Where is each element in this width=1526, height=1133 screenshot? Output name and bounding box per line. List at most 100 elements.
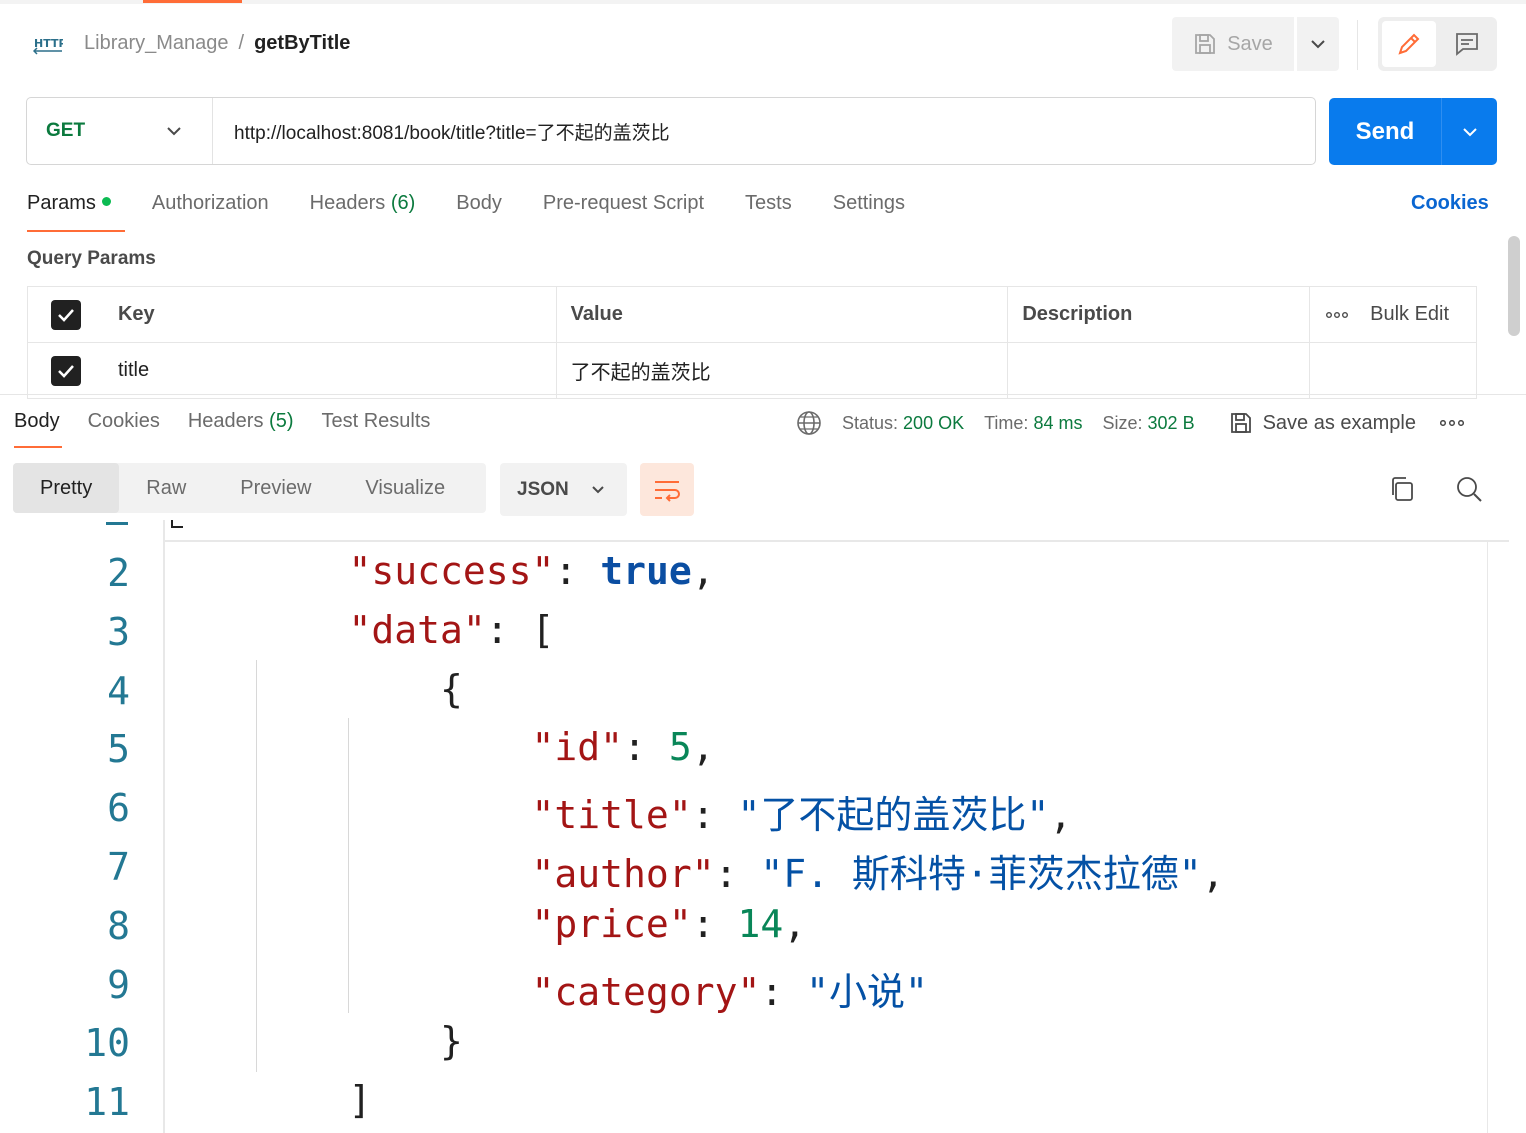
code-line: 2 "success": true,: [0, 545, 1526, 604]
line-content: {: [257, 666, 463, 711]
column-header-value: Value: [557, 287, 1009, 342]
line-content: "price": 14,: [531, 901, 807, 946]
json-string: "小说": [806, 969, 928, 1014]
active-tab-indicator: [143, 0, 242, 3]
json-boolean: true: [600, 549, 692, 593]
save-as-example-button[interactable]: Save as example: [1229, 411, 1416, 435]
method-select[interactable]: GET: [27, 98, 213, 164]
save-options-button[interactable]: [1297, 17, 1339, 71]
globe-icon[interactable]: [796, 410, 822, 436]
line-number: 10: [84, 1021, 130, 1066]
tab-params[interactable]: Params: [27, 192, 125, 232]
send-options-button[interactable]: [1442, 98, 1497, 165]
tab-tests[interactable]: Tests: [745, 192, 792, 222]
json-key: "data": [348, 607, 486, 652]
documentation-mode-button[interactable]: [1441, 21, 1493, 67]
save-icon: [1230, 413, 1251, 433]
params-active-dot: [101, 197, 111, 206]
line-content: ]: [257, 1078, 372, 1123]
send-group: Send: [1329, 98, 1497, 165]
response-tabs: Body Cookies Headers (5) Test Results: [14, 410, 458, 448]
format-pretty-button[interactable]: Pretty: [13, 463, 120, 513]
save-label: Save: [1227, 32, 1273, 55]
line-number: 5: [107, 727, 130, 772]
select-all-checkbox[interactable]: [51, 299, 82, 330]
language-select-value: JSON: [517, 478, 569, 500]
request-scrollbar[interactable]: [1508, 236, 1520, 336]
response-headers-count: (5): [269, 410, 294, 432]
table-header-row: Key Value Description Bulk Edit: [28, 287, 1477, 343]
line-content: "data": [: [348, 607, 555, 652]
time-indicator[interactable]: Time: 84 ms: [984, 413, 1082, 434]
format-visualize-button[interactable]: Visualize: [338, 463, 472, 513]
response-tab-body[interactable]: Body: [14, 410, 62, 448]
json-key: "id": [531, 725, 624, 770]
response-tab-cookies[interactable]: Cookies: [88, 410, 160, 433]
bulk-edit-button[interactable]: Bulk Edit: [1370, 303, 1449, 326]
response-tab-test-results[interactable]: Test Results: [321, 410, 430, 433]
query-params-title: Query Params: [27, 248, 156, 269]
line-number: 11: [84, 1080, 130, 1125]
toolbar-divider: [1357, 20, 1358, 70]
copy-icon[interactable]: [1388, 475, 1416, 503]
row-checkbox[interactable]: [51, 355, 82, 386]
code-line: 8 "price": 14,: [0, 898, 1526, 957]
status-indicator[interactable]: Status: 200 OK: [842, 413, 964, 434]
status-label: Status:: [842, 412, 899, 433]
time-label: Time:: [984, 412, 1029, 433]
line-number-partial: [106, 522, 128, 525]
edit-mode-button[interactable]: [1382, 21, 1436, 67]
line-content: "success": true,: [348, 549, 715, 593]
param-value-field[interactable]: 了不起的盖茨比: [557, 343, 1009, 398]
format-preview-button[interactable]: Preview: [213, 463, 338, 513]
request-tabs: Params Authorization Headers (6) Body Pr…: [27, 192, 946, 232]
code-line: 4 {: [0, 663, 1526, 722]
wrap-lines-button[interactable]: [640, 463, 694, 516]
size-indicator[interactable]: Size: 302 B: [1102, 413, 1194, 434]
send-button[interactable]: Send: [1329, 98, 1442, 165]
table-actions: Bulk Edit: [1310, 287, 1477, 342]
save-icon: [1195, 34, 1216, 54]
response-body-editor[interactable]: 2 "success": true, 3 "data": [ 4 { 5 "id…: [0, 545, 1526, 1133]
code-line: 10 }: [0, 1015, 1526, 1074]
response-divider[interactable]: [0, 394, 1526, 395]
line-number: 8: [107, 903, 130, 948]
cookies-link[interactable]: Cookies: [1411, 192, 1489, 215]
line-content: "author": "F. 斯科特·菲茨杰拉德",: [531, 851, 1225, 896]
status-value: 200 OK: [903, 412, 965, 433]
save-group: Save: [1172, 17, 1339, 71]
format-raw-button[interactable]: Raw: [119, 463, 213, 513]
query-params-table: Key Value Description Bulk Edit title 了不…: [27, 286, 1477, 399]
size-label: Size:: [1102, 412, 1143, 433]
line-number: 9: [107, 962, 130, 1007]
breadcrumb-collection[interactable]: Library_Manage: [84, 32, 229, 55]
chevron-down-icon: [1311, 40, 1325, 49]
more-options-icon[interactable]: [1440, 420, 1464, 426]
tab-headers[interactable]: Headers (6): [310, 192, 416, 222]
tab-settings[interactable]: Settings: [833, 192, 905, 222]
language-select[interactable]: JSON: [500, 463, 627, 516]
param-description-field[interactable]: [1008, 343, 1311, 398]
tab-authorization[interactable]: Authorization: [152, 192, 269, 222]
param-key-field[interactable]: title: [105, 343, 557, 398]
request-name[interactable]: getByTitle: [254, 32, 350, 55]
code-line: 5 "id": 5,: [0, 721, 1526, 780]
http-icon: HTTP: [33, 37, 63, 55]
line-number: 7: [107, 844, 130, 889]
save-button[interactable]: Save: [1172, 17, 1294, 71]
comment-doc-icon: [1456, 33, 1478, 56]
url-input[interactable]: http://localhost:8081/book/title?title=了…: [213, 118, 670, 145]
line-content: "title": "了不起的盖茨比",: [531, 793, 1073, 838]
tab-prerequest-script[interactable]: Pre-request Script: [543, 192, 704, 222]
chevron-down-icon: [592, 486, 604, 494]
wrap-lines-icon: [655, 480, 680, 502]
search-icon[interactable]: [1455, 475, 1483, 503]
response-tab-headers[interactable]: Headers (5): [188, 410, 294, 433]
chevron-down-icon: [167, 127, 181, 136]
tab-headers-label: Headers: [309, 192, 386, 214]
json-key: "category": [531, 969, 761, 1014]
more-options-icon[interactable]: [1326, 311, 1349, 318]
tab-body[interactable]: Body: [456, 192, 502, 222]
json-number: 14: [737, 901, 784, 946]
svg-text:HTTP: HTTP: [34, 37, 63, 50]
